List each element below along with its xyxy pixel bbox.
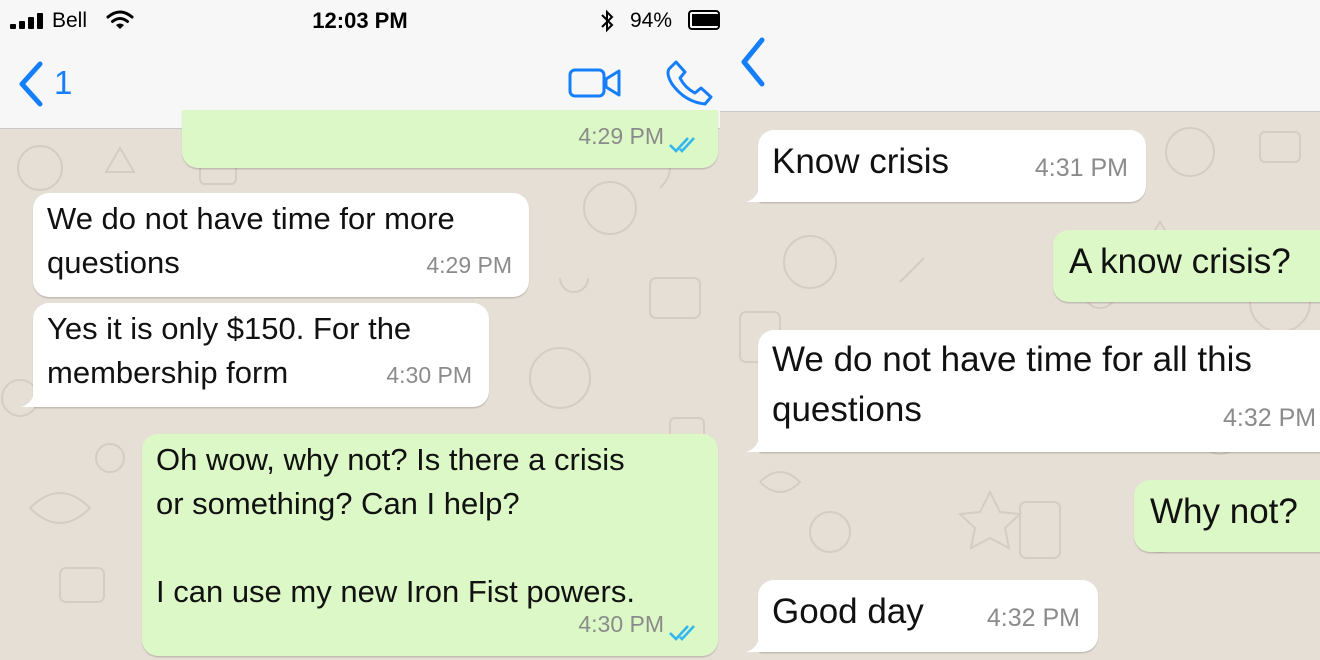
message-bubble-incoming[interactable]: Yes it is only $150. For the membership … xyxy=(21,303,489,407)
message-time: 4:32 PM xyxy=(986,604,1080,632)
message-time: 4:30 PM xyxy=(386,362,472,388)
message-bubble-incoming[interactable]: Know crisis 4:31 PM xyxy=(746,130,1146,202)
status-bar: Bell 12:03 PM 94% xyxy=(0,0,720,42)
message-bubble-outgoing[interactable]: Oh wow, why not? Is there a crisis or so… xyxy=(142,434,718,656)
message-text-line: A know crisis? xyxy=(1069,242,1291,281)
right-chat-screenshot: Know crisis 4:31 PM A know crisis? We do… xyxy=(720,0,1320,660)
back-chevron-icon[interactable] xyxy=(738,36,768,88)
message-bubble-outgoing[interactable]: Why not? xyxy=(1134,480,1320,552)
message-text-line: We do not have time for more xyxy=(47,201,455,236)
message-time: 4:29 PM xyxy=(426,252,512,278)
bubble-tail xyxy=(746,180,768,202)
message-text-line: We do not have time for all this xyxy=(772,340,1252,379)
message-bubble-outgoing[interactable]: A know crisis? xyxy=(1053,230,1320,302)
message-bubble-incoming[interactable]: We do not have time for all this questio… xyxy=(746,330,1320,452)
chat-header xyxy=(720,0,1320,112)
message-text-line: Yes it is only $150. For the xyxy=(47,311,412,346)
bubble-tail xyxy=(746,430,768,452)
bubble-tail xyxy=(21,385,43,407)
message-text-line: Good day xyxy=(772,592,924,631)
message-text-line: questions xyxy=(47,245,180,280)
video-call-icon[interactable] xyxy=(568,66,622,100)
message-bubble-incoming[interactable]: Good day 4:32 PM xyxy=(746,580,1098,652)
message-text-line: I can use my new Iron Fist powers. xyxy=(156,574,635,609)
message-text-line: Oh wow, why not? Is there a crisis xyxy=(156,442,625,477)
battery-icon xyxy=(688,10,720,30)
message-text-line: membership form xyxy=(47,355,289,390)
bluetooth-icon xyxy=(601,9,614,33)
battery-percent: 94% xyxy=(630,9,673,32)
message-time: 4:31 PM xyxy=(1034,154,1128,182)
phone-call-icon[interactable] xyxy=(666,58,714,106)
bubble-tail xyxy=(746,630,768,652)
message-text-line: Why not? xyxy=(1150,492,1298,531)
back-unread-count[interactable]: 1 xyxy=(54,64,72,102)
message-text-line: or something? Can I help? xyxy=(156,486,520,521)
back-chevron-icon[interactable] xyxy=(16,60,46,108)
message-bubble-outgoing[interactable]: 4:29 PM xyxy=(182,110,718,168)
message-time: 4:30 PM xyxy=(578,611,664,637)
message-time: 4:29 PM xyxy=(578,123,664,149)
double-check-icon xyxy=(669,137,695,153)
double-check-icon xyxy=(669,625,695,641)
message-bubble-incoming[interactable]: We do not have time for more questions 4… xyxy=(33,193,529,297)
message-time: 4:32 PM xyxy=(1223,404,1317,432)
message-text-line: Know crisis xyxy=(772,142,949,181)
message-text-line: questions xyxy=(772,390,922,429)
left-chat-screenshot: Bell 12:03 PM 94% 1 4:29 PM We do not ha… xyxy=(0,0,720,660)
